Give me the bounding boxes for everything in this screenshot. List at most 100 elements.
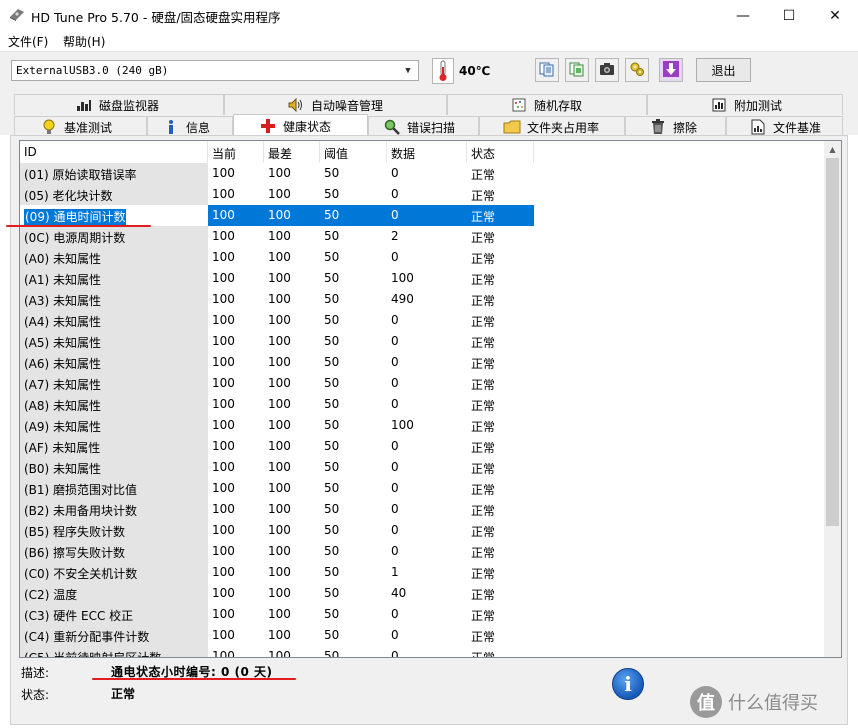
scrollbar-thumb[interactable] xyxy=(826,158,839,526)
table-row[interactable]: (B6) 擦写失败计数 100 100 50 0 正常 xyxy=(20,541,534,562)
table-row[interactable]: (A6) 未知属性 100 100 50 0 正常 xyxy=(20,352,534,373)
cell-data: 100 xyxy=(387,268,467,289)
column-header-current[interactable]: 当前 xyxy=(208,141,264,163)
cell-current-text: 100 xyxy=(212,376,235,390)
cell-current-text: 100 xyxy=(212,397,235,411)
tab-error-scan[interactable]: 错误扫描 xyxy=(368,116,479,137)
table-row[interactable]: (01) 原始读取错误率 100 100 50 0 正常 xyxy=(20,163,534,184)
tab-label: 自动噪音管理 xyxy=(311,98,384,113)
cell-current-text: 100 xyxy=(212,166,235,180)
vertical-scrollbar[interactable]: ▲ xyxy=(824,141,841,657)
cell-worst: 100 xyxy=(264,562,320,583)
table-row[interactable]: (AF) 未知属性 100 100 50 0 正常 xyxy=(20,436,534,457)
tab-extra-tests[interactable]: 附加测试 xyxy=(647,94,843,115)
table-row[interactable]: (A3) 未知属性 100 100 50 490 正常 xyxy=(20,289,534,310)
exit-button[interactable]: 退出 xyxy=(696,58,751,82)
cell-current-text: 100 xyxy=(212,355,235,369)
cell-current-text: 100 xyxy=(212,439,235,453)
table-row[interactable]: (A5) 未知属性 100 100 50 0 正常 xyxy=(20,331,534,352)
column-header-status[interactable]: 状态 xyxy=(467,141,534,163)
table-row[interactable]: (B0) 未知属性 100 100 50 0 正常 xyxy=(20,457,534,478)
tab-folder-usage[interactable]: 文件夹占用率 xyxy=(479,116,625,137)
table-row[interactable]: (A1) 未知属性 100 100 50 100 正常 xyxy=(20,268,534,289)
close-button[interactable]: ✕ xyxy=(812,0,858,31)
copy-text-button[interactable] xyxy=(535,58,559,82)
status-label: 状态: xyxy=(21,688,50,702)
drive-select[interactable]: ExternalUSB3.0 (240 gB) ▼ xyxy=(11,60,419,81)
tab-disk-monitor[interactable]: 磁盘监视器 xyxy=(14,94,224,115)
table-row[interactable]: (C5) 当前待映射扇区计数 100 100 50 0 正常 xyxy=(20,646,534,658)
description-label: 描述: xyxy=(21,666,50,680)
scroll-up-icon[interactable]: ▲ xyxy=(824,141,841,158)
cell-current-text: 100 xyxy=(212,523,235,537)
cell-status-text: 正常 xyxy=(471,294,496,308)
cell-threshold-text: 50 xyxy=(324,418,340,432)
column-header-data[interactable]: 数据 xyxy=(387,141,467,163)
cell-status-text: 正常 xyxy=(471,168,496,182)
info-button[interactable]: i xyxy=(612,668,644,700)
cell-id-text: (A0) 未知属性 xyxy=(24,252,102,266)
options-button[interactable] xyxy=(625,58,649,82)
menu-help[interactable]: 帮助(H) xyxy=(63,33,105,50)
table-row[interactable]: (0C) 电源周期计数 100 100 50 2 正常 xyxy=(20,226,534,247)
menu-file[interactable]: 文件(F) xyxy=(8,33,48,50)
column-header-id[interactable]: ID xyxy=(20,141,208,163)
cell-worst-text: 100 xyxy=(268,649,291,658)
cell-current: 100 xyxy=(208,247,264,268)
cell-id: (A1) 未知属性 xyxy=(20,268,208,289)
table-row[interactable]: (C2) 温度 100 100 50 40 正常 xyxy=(20,583,534,604)
tab-info[interactable]: 信息 xyxy=(147,116,233,137)
cell-status: 正常 xyxy=(467,646,534,657)
cell-threshold-text: 50 xyxy=(324,439,340,453)
table-row[interactable]: (A4) 未知属性 100 100 50 0 正常 xyxy=(20,310,534,331)
tab-random-access[interactable]: 随机存取 xyxy=(447,94,647,115)
table-row[interactable]: (A9) 未知属性 100 100 50 100 正常 xyxy=(20,415,534,436)
camera-icon xyxy=(599,62,615,79)
cell-status: 正常 xyxy=(467,583,534,604)
cell-data-text: 0 xyxy=(391,460,399,474)
cell-threshold-text: 50 xyxy=(324,229,340,243)
file-benchmark-icon xyxy=(749,119,767,135)
tab-file-benchmark[interactable]: 文件基准 xyxy=(726,116,843,137)
cell-status: 正常 xyxy=(467,478,534,499)
cell-worst-text: 100 xyxy=(268,229,291,243)
table-row[interactable]: (A0) 未知属性 100 100 50 0 正常 xyxy=(20,247,534,268)
cell-current: 100 xyxy=(208,310,264,331)
minimize-button[interactable]: — xyxy=(720,0,766,31)
description-value: 通电状态小时编号: 0 (0 天) xyxy=(111,665,273,679)
table-row[interactable]: (C4) 重新分配事件计数 100 100 50 0 正常 xyxy=(20,625,534,646)
cell-current-text: 100 xyxy=(212,313,235,327)
table-row[interactable]: (C3) 硬件 ECC 校正 100 100 50 0 正常 xyxy=(20,604,534,625)
extra-tests-icon xyxy=(710,97,728,113)
thermometer-icon[interactable] xyxy=(432,58,454,84)
cell-worst: 100 xyxy=(264,247,320,268)
smart-table[interactable]: ID 当前 最差 阈值 数据 状态 (01) 原始读取错误率 100 100 50 0 正… xyxy=(19,140,842,658)
copy-screenshot-button[interactable] xyxy=(565,58,589,82)
table-row[interactable]: (05) 老化块计数 100 100 50 0 正常 xyxy=(20,184,534,205)
cell-data: 0 xyxy=(387,625,467,646)
table-row[interactable]: (B2) 未用备用块计数 100 100 50 0 正常 xyxy=(20,499,534,520)
table-row[interactable]: (C0) 不安全关机计数 100 100 50 1 正常 xyxy=(20,562,534,583)
table-row[interactable]: (B5) 程序失败计数 100 100 50 0 正常 xyxy=(20,520,534,541)
table-row[interactable]: (B1) 磨损范围对比值 100 100 50 0 正常 xyxy=(20,478,534,499)
cell-id: (B5) 程序失败计数 xyxy=(20,520,208,541)
column-header-worst[interactable]: 最差 xyxy=(264,141,320,163)
tab-aam[interactable]: 自动噪音管理 xyxy=(224,94,447,115)
screenshot-button[interactable] xyxy=(595,58,619,82)
cell-threshold-text: 50 xyxy=(324,544,340,558)
cell-data: 100 xyxy=(387,415,467,436)
tab-health[interactable]: 健康状态 xyxy=(233,114,368,137)
tab-erase[interactable]: 擦除 xyxy=(625,116,726,137)
table-row[interactable]: (09) 通电时间计数 100 100 50 0 正常 xyxy=(20,205,534,226)
maximize-button[interactable]: ☐ xyxy=(766,0,812,31)
column-header-threshold[interactable]: 阈值 xyxy=(320,141,387,163)
cell-worst-text: 100 xyxy=(268,355,291,369)
table-row[interactable]: (A8) 未知属性 100 100 50 0 正常 xyxy=(20,394,534,415)
cell-id-text: (09) 通电时间计数 xyxy=(24,209,127,225)
cell-id: (C0) 不安全关机计数 xyxy=(20,562,208,583)
cell-threshold-text: 50 xyxy=(324,271,340,285)
cell-worst: 100 xyxy=(264,289,320,310)
tab-benchmark[interactable]: 基准测试 xyxy=(14,116,147,137)
table-row[interactable]: (A7) 未知属性 100 100 50 0 正常 xyxy=(20,373,534,394)
save-button[interactable] xyxy=(659,58,683,82)
